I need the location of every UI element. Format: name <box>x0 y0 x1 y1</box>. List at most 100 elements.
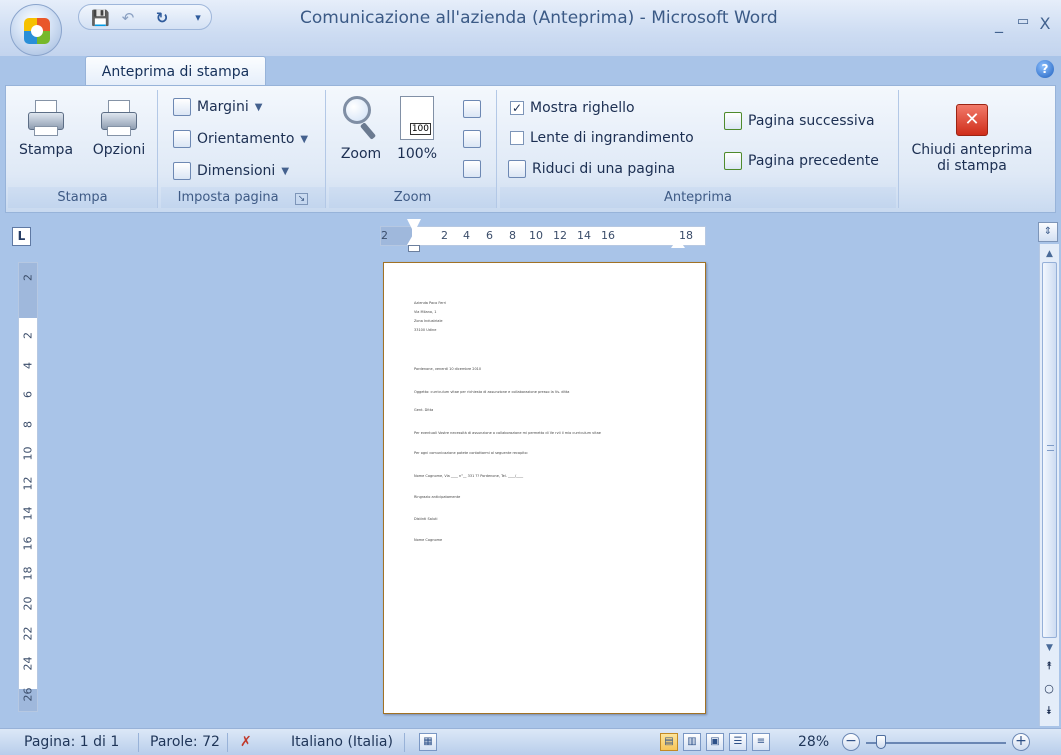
chiudi-line2: di stampa <box>937 158 1007 174</box>
page-text-line: Per eventuali Vostre necessità di assunz… <box>414 431 601 435</box>
print-options-icon <box>101 100 137 136</box>
margini-button[interactable]: Margini ▼ <box>173 98 262 116</box>
page-size-icon <box>173 162 191 180</box>
group-label-imposta-pagina: Imposta pagina ↘ <box>161 187 325 208</box>
margins-icon <box>173 98 191 116</box>
previous-object-icon[interactable]: ⯭ <box>1040 659 1058 673</box>
scroll-up-icon[interactable]: ▲ <box>1040 246 1059 262</box>
printer-icon <box>28 100 64 136</box>
zoom-in-icon[interactable]: + <box>1012 733 1030 751</box>
one-page-icon[interactable] <box>463 100 481 118</box>
view-outline-icon[interactable]: ☰ <box>729 733 747 751</box>
ribbon: Stampa Opzioni Stampa Margini ▼ Orientam… <box>5 85 1056 213</box>
next-object-icon[interactable]: ⯯ <box>1040 704 1058 718</box>
redo-icon[interactable]: ↻ <box>153 9 171 27</box>
opzioni-button[interactable]: Opzioni <box>84 100 154 158</box>
stampa-button[interactable]: Stampa <box>12 100 80 158</box>
customize-qat-icon[interactable]: ▾ <box>189 9 207 27</box>
help-icon[interactable]: ? <box>1036 60 1054 78</box>
select-browse-object-icon[interactable]: ○ <box>1040 682 1058 695</box>
riduci-button[interactable]: Riduci di una pagina <box>508 160 675 178</box>
ruler-tick: 10 <box>21 446 35 461</box>
office-button[interactable] <box>10 4 62 56</box>
zoom-out-icon[interactable]: − <box>842 733 860 751</box>
zoom-level[interactable]: 28% <box>798 734 829 750</box>
vertical-ruler[interactable]: 2 2 4 6 8 10 12 14 16 18 20 22 24 26 <box>18 262 38 712</box>
magnifier-icon <box>343 96 379 140</box>
ruler-tick: 14 <box>577 229 591 242</box>
close-window-button[interactable]: X <box>1034 14 1056 33</box>
dimensioni-label: Dimensioni <box>197 163 276 179</box>
word-count[interactable]: Parole: 72 <box>150 734 220 750</box>
ruler-tick: 2 <box>21 332 35 339</box>
ruler-tick: 4 <box>463 229 470 242</box>
ruler-tick: 2 <box>381 229 388 242</box>
zoom-slider[interactable] <box>866 742 1006 744</box>
page-text-line: Ringrazio anticipatamente <box>414 495 461 499</box>
save-icon[interactable]: 💾 <box>91 9 110 27</box>
status-bar: Pagina: 1 di 1 Parole: 72 ✗ Italiano (It… <box>0 728 1061 755</box>
pagina-successiva-label: Pagina successiva <box>748 113 875 129</box>
minimize-button[interactable]: _ <box>988 14 1010 33</box>
page-count[interactable]: Pagina: 1 di 1 <box>24 734 119 750</box>
ruler-tick: 2 <box>21 274 35 281</box>
lente-label: Lente di ingrandimento <box>530 130 694 146</box>
pagina-precedente-button[interactable]: Pagina precedente <box>724 152 879 170</box>
dimensioni-button[interactable]: Dimensioni ▼ <box>173 162 289 180</box>
page-text-line: Pordenone, venerdì 10 dicembre 2010 <box>414 367 482 371</box>
page-text-line: Zona Industriale <box>414 319 443 323</box>
opzioni-label: Opzioni <box>92 142 146 158</box>
margini-label: Margini <box>197 99 249 115</box>
page-text-line: Nome Cognome <box>414 538 443 542</box>
ruler-tick: 16 <box>601 229 615 242</box>
pagina-successiva-button[interactable]: Pagina successiva <box>724 112 875 130</box>
tab-anteprima-di-stampa[interactable]: Anteprima di stampa <box>85 56 266 86</box>
scroll-down-icon[interactable]: ▼ <box>1040 640 1059 656</box>
ruler-tick: 24 <box>21 656 35 671</box>
page-text-line: Gent. Ditta <box>414 408 434 412</box>
view-full-screen-icon[interactable]: ▥ <box>683 733 701 751</box>
chiudi-anteprima-button[interactable]: ✕ Chiudi anteprima di stampa <box>903 104 1041 174</box>
orientamento-button[interactable]: Orientamento ▼ <box>173 130 308 148</box>
ruler-tick: 22 <box>21 626 35 641</box>
maximize-button[interactable]: ▭ <box>1012 14 1034 29</box>
view-web-layout-icon[interactable]: ▣ <box>706 733 724 751</box>
ruler-tick: 10 <box>529 229 543 242</box>
riduci-label: Riduci di una pagina <box>532 161 676 177</box>
checkbox-icon <box>510 131 524 145</box>
proofing-icon[interactable]: ✗ <box>240 734 252 750</box>
scrollbar-thumb[interactable] <box>1042 262 1057 638</box>
undo-icon[interactable]: ↶ <box>119 9 137 27</box>
page-100-badge: 100 <box>409 123 431 135</box>
page-text-line: Nome Cognome, Via ____ n°__ 331 ?? Porde… <box>414 474 524 478</box>
mostra-righello-checkbox[interactable]: ✓ Mostra righello <box>510 100 635 116</box>
page-text-line: 33100 Udine <box>414 328 437 332</box>
horizontal-ruler[interactable]: 2 2 4 6 8 10 12 14 16 18 <box>380 226 706 246</box>
group-label-stampa: Stampa <box>8 187 157 208</box>
page-width-icon[interactable] <box>463 160 481 178</box>
view-print-layout-icon[interactable]: ▤ <box>660 733 678 751</box>
ruler-tab-selector[interactable]: L <box>12 227 31 246</box>
document-page[interactable]: Azienda Paco Ferri Via Milano, 1 Zona In… <box>383 262 706 714</box>
two-pages-icon[interactable] <box>463 130 481 148</box>
stampa-label: Stampa <box>18 142 74 158</box>
right-indent-marker[interactable] <box>671 238 685 248</box>
zoom-100-button[interactable]: 100 100% <box>393 96 441 162</box>
zoom-100-label: 100% <box>396 146 438 162</box>
previous-page-icon <box>724 152 742 170</box>
indent-marker[interactable] <box>407 219 421 253</box>
language[interactable]: Italiano (Italia) <box>291 734 393 750</box>
macro-record-icon[interactable]: ▦ <box>419 733 437 751</box>
lente-checkbox[interactable]: Lente di ingrandimento <box>510 130 694 146</box>
dialog-launcher-icon[interactable]: ↘ <box>294 193 309 205</box>
view-draft-icon[interactable]: ≡ <box>752 733 770 751</box>
vertical-scrollbar[interactable]: ▲ ▼ <box>1039 244 1059 726</box>
status-separator <box>227 733 228 752</box>
page-100-icon: 100 <box>400 96 434 140</box>
ruler-tick: 26 <box>21 687 35 702</box>
zoom-label: Zoom <box>340 146 382 162</box>
zoom-button[interactable]: Zoom <box>337 96 385 162</box>
split-window-button[interactable]: ⇕ <box>1038 222 1058 242</box>
zoom-slider-thumb[interactable] <box>876 735 886 749</box>
ruler-tick: 6 <box>21 391 35 398</box>
